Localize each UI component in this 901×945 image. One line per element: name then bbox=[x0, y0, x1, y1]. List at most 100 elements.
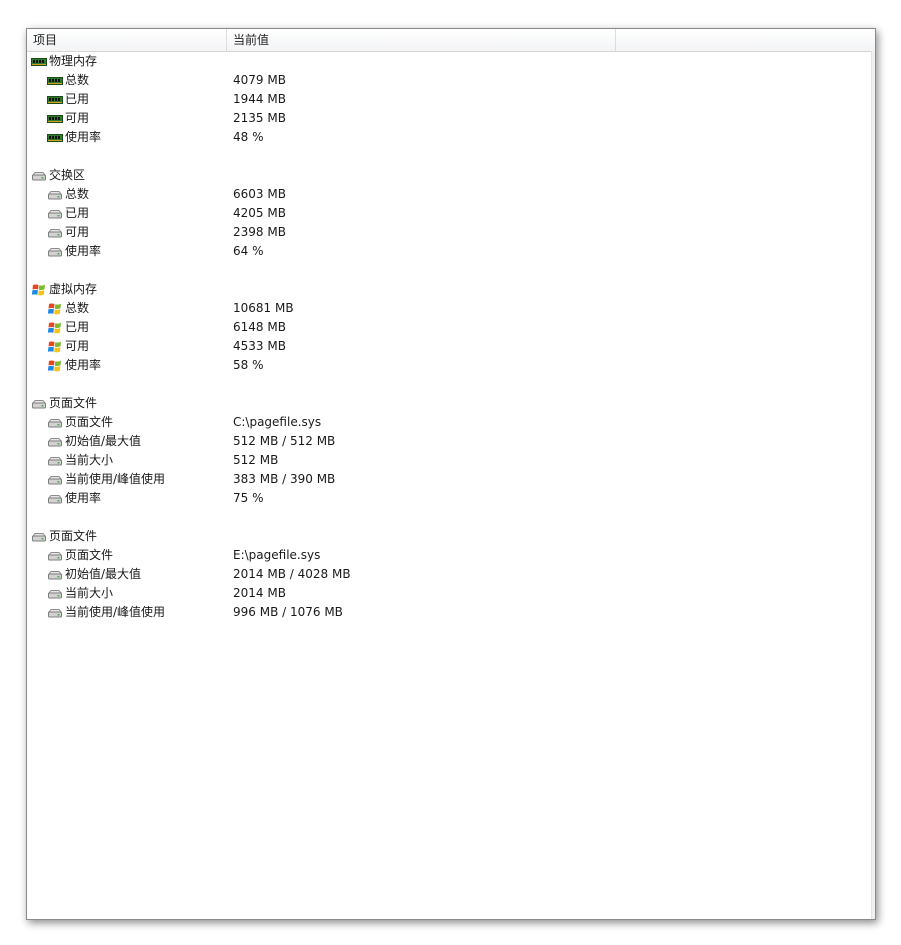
group-row[interactable]: 虚拟内存 bbox=[27, 280, 872, 299]
item-label: 当前使用/峰值使用 bbox=[65, 605, 166, 619]
item-label: 初始值/最大值 bbox=[65, 434, 142, 448]
item-value: 512 MB bbox=[233, 453, 279, 467]
list-header: 项目 当前值 bbox=[27, 29, 875, 52]
list-item[interactable]: 使用率 48 % bbox=[27, 128, 872, 147]
list-item[interactable]: 当前大小 512 MB bbox=[27, 451, 872, 470]
list-item[interactable]: 当前大小 2014 MB bbox=[27, 584, 872, 603]
group-row[interactable]: 页面文件 bbox=[27, 394, 872, 413]
item-name-cell: 已用 bbox=[47, 318, 89, 337]
hard-drive-icon bbox=[47, 187, 63, 203]
item-value: 996 MB / 1076 MB bbox=[233, 605, 343, 619]
item-label: 使用率 bbox=[65, 358, 102, 372]
item-label: 总数 bbox=[65, 187, 90, 201]
item-name-cell: 总数 bbox=[47, 299, 89, 318]
group-label: 页面文件 bbox=[49, 396, 98, 410]
list-item[interactable]: 当前使用/峰值使用 996 MB / 1076 MB bbox=[27, 603, 872, 622]
memory-list: 物理内存总数 4079 MB 已用 1944 MB 可用 2135 MB 使用率 48 % 交换… bbox=[27, 52, 872, 622]
list-item[interactable]: 总数 4079 MB bbox=[27, 71, 872, 90]
vertical-scrollbar[interactable] bbox=[871, 51, 875, 919]
list-item[interactable]: 已用 4205 MB bbox=[27, 204, 872, 223]
item-label: 可用 bbox=[65, 225, 90, 239]
group-row[interactable]: 页面文件 bbox=[27, 527, 872, 546]
item-name-cell: 已用 bbox=[47, 204, 89, 223]
item-value: 10681 MB bbox=[233, 301, 294, 315]
item-label: 可用 bbox=[65, 339, 90, 353]
item-name-cell: 当前使用/峰值使用 bbox=[47, 603, 165, 622]
hard-drive-icon bbox=[47, 206, 63, 222]
column-header-extra[interactable] bbox=[616, 29, 875, 51]
list-item[interactable]: 使用率 58 % bbox=[27, 356, 872, 375]
item-name-cell: 使用率 bbox=[47, 489, 101, 508]
list-item[interactable]: 初始值/最大值 512 MB / 512 MB bbox=[27, 432, 872, 451]
item-name-cell: 初始值/最大值 bbox=[47, 432, 141, 451]
list-item[interactable]: 初始值/最大值 2014 MB / 4028 MB bbox=[27, 565, 872, 584]
windows-logo-icon bbox=[47, 358, 63, 374]
item-name-cell: 当前大小 bbox=[47, 451, 113, 470]
item-value: 6603 MB bbox=[233, 187, 286, 201]
hard-drive-icon bbox=[47, 548, 63, 564]
hard-drive-icon bbox=[47, 472, 63, 488]
list-item[interactable]: 页面文件 E:\pagefile.sys bbox=[27, 546, 872, 565]
windows-logo-icon bbox=[47, 339, 63, 355]
item-value: 6148 MB bbox=[233, 320, 286, 334]
item-label: 已用 bbox=[65, 92, 90, 106]
item-value: 383 MB / 390 MB bbox=[233, 472, 336, 486]
list-item[interactable]: 使用率 75 % bbox=[27, 489, 872, 508]
list-item[interactable]: 已用 1944 MB bbox=[27, 90, 872, 109]
windows-logo-icon bbox=[47, 301, 63, 317]
group-name-cell: 交换区 bbox=[31, 166, 85, 185]
item-label: 初始值/最大值 bbox=[65, 567, 142, 581]
item-value: C:\pagefile.sys bbox=[233, 415, 322, 429]
list-item[interactable]: 总数 6603 MB bbox=[27, 185, 872, 204]
list-item[interactable]: 使用率 64 % bbox=[27, 242, 872, 261]
list-item[interactable]: 页面文件 C:\pagefile.sys bbox=[27, 413, 872, 432]
item-value: 75 % bbox=[233, 491, 264, 505]
group-row[interactable]: 物理内存 bbox=[27, 52, 872, 71]
item-name-cell: 页面文件 bbox=[47, 413, 113, 432]
list-item[interactable]: 已用 6148 MB bbox=[27, 318, 872, 337]
item-name-cell: 可用 bbox=[47, 109, 89, 128]
group-name-cell: 物理内存 bbox=[31, 52, 97, 71]
list-item[interactable]: 可用 2135 MB bbox=[27, 109, 872, 128]
hard-drive-icon bbox=[47, 415, 63, 431]
group-label: 虚拟内存 bbox=[49, 282, 98, 296]
group-name-cell: 页面文件 bbox=[31, 527, 97, 546]
list-item[interactable]: 可用 2398 MB bbox=[27, 223, 872, 242]
memory-chip-icon bbox=[47, 111, 63, 127]
item-name-cell: 初始值/最大值 bbox=[47, 565, 141, 584]
item-label: 使用率 bbox=[65, 491, 102, 505]
group-row[interactable]: 交换区 bbox=[27, 166, 872, 185]
group-name-cell: 页面文件 bbox=[31, 394, 97, 413]
item-value: 4079 MB bbox=[233, 73, 286, 87]
memory-chip-icon bbox=[47, 73, 63, 89]
column-header-current-value[interactable]: 当前值 bbox=[227, 29, 616, 51]
group-label: 物理内存 bbox=[49, 54, 98, 68]
list-item[interactable]: 总数 10681 MB bbox=[27, 299, 872, 318]
item-name-cell: 使用率 bbox=[47, 128, 101, 147]
column-header-item[interactable]: 项目 bbox=[27, 29, 227, 51]
hard-drive-icon bbox=[31, 396, 47, 412]
item-value: 4205 MB bbox=[233, 206, 286, 220]
list-item[interactable]: 可用 4533 MB bbox=[27, 337, 872, 356]
item-name-cell: 总数 bbox=[47, 185, 89, 204]
hard-drive-icon bbox=[31, 168, 47, 184]
group-label: 交换区 bbox=[49, 168, 86, 182]
item-label: 可用 bbox=[65, 111, 90, 125]
hard-drive-icon bbox=[47, 567, 63, 583]
item-value: 2398 MB bbox=[233, 225, 286, 239]
item-name-cell: 总数 bbox=[47, 71, 89, 90]
item-label: 已用 bbox=[65, 320, 90, 334]
memory-chip-icon bbox=[31, 54, 47, 70]
item-name-cell: 可用 bbox=[47, 337, 89, 356]
list-item[interactable]: 当前使用/峰值使用 383 MB / 390 MB bbox=[27, 470, 872, 489]
hard-drive-icon bbox=[47, 434, 63, 450]
item-label: 当前大小 bbox=[65, 586, 114, 600]
item-value: E:\pagefile.sys bbox=[233, 548, 321, 562]
hard-drive-icon bbox=[47, 605, 63, 621]
item-value: 2135 MB bbox=[233, 111, 286, 125]
item-label: 当前大小 bbox=[65, 453, 114, 467]
item-name-cell: 使用率 bbox=[47, 242, 101, 261]
group-label: 页面文件 bbox=[49, 529, 98, 543]
